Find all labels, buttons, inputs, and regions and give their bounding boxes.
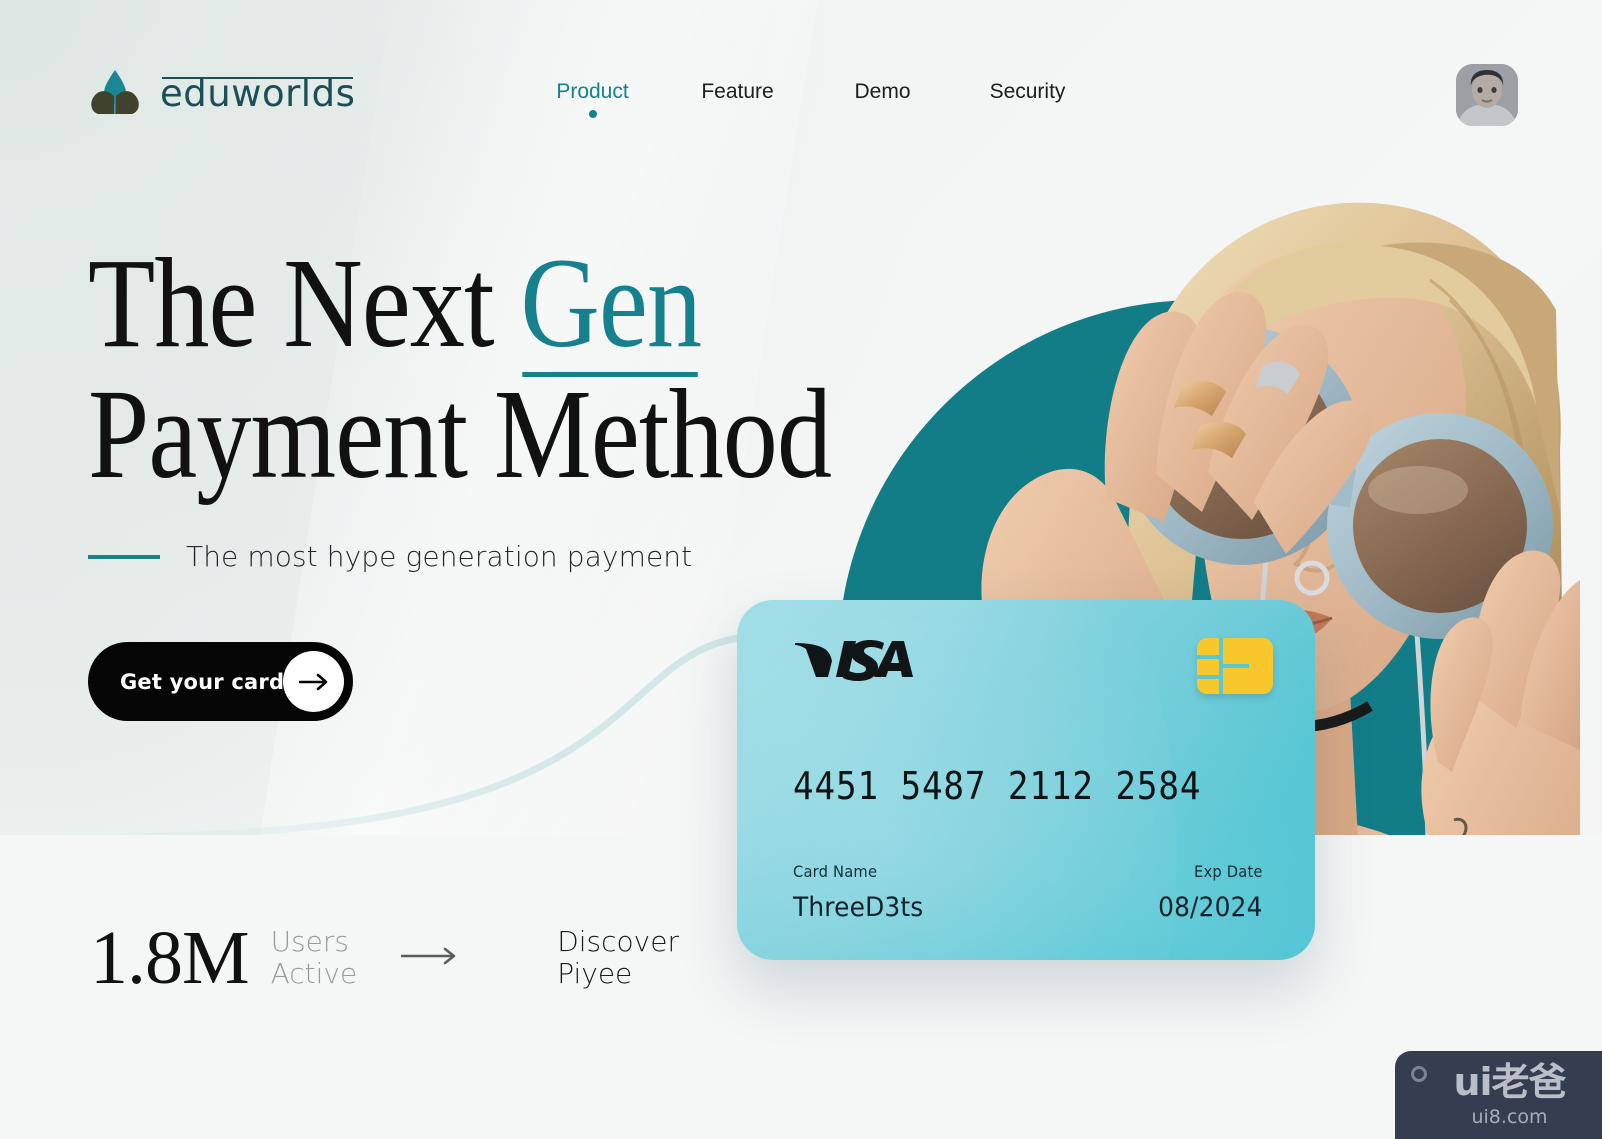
stat-label-line-2: Active	[270, 957, 358, 990]
nav-label: Security	[989, 80, 1066, 103]
watermark-badge: ui老爸 ui8.com	[1395, 1051, 1602, 1139]
active-users-count: 1.8M	[90, 916, 250, 1000]
nav-item-demo[interactable]: Demo	[810, 80, 955, 104]
exp-date-value: 08/2024	[1158, 892, 1263, 923]
visa-logo	[792, 635, 922, 686]
hero-subtitle: The most hype generation payment	[186, 540, 693, 573]
headline-line-1: The Next Gen	[88, 232, 831, 377]
brand-logo[interactable]: eduworlds	[84, 62, 355, 124]
circle-icon	[1411, 1066, 1427, 1082]
page-background: eduworlds Product Feature Demo Security	[0, 0, 1602, 1139]
exp-date-group: Exp Date 08/2024	[1149, 862, 1263, 923]
card-name-value: ThreeD3ts	[793, 892, 924, 923]
card-name-group: Card Name ThreeD3ts	[793, 862, 935, 923]
watermark-title: ui老爸	[1453, 1059, 1566, 1104]
arrow-right-icon	[283, 651, 344, 712]
arrow-right-icon	[400, 947, 457, 970]
user-avatar[interactable]	[1456, 64, 1518, 126]
headline-line-2: Payment Method	[88, 362, 832, 505]
hero-subtitle-row: The most hype generation payment	[88, 540, 692, 573]
link-line-2: Piyee	[557, 957, 633, 990]
nav-label: Feature	[701, 80, 774, 103]
headline-text-a: The Next	[88, 232, 521, 374]
main-nav: Product Feature Demo Security	[520, 80, 1100, 118]
nav-item-product[interactable]: Product	[520, 80, 665, 118]
stat-label-line-1: Users	[270, 924, 349, 958]
hero-headline: The Next Gen Payment Method	[88, 238, 952, 499]
nav-label: Demo	[854, 80, 911, 103]
site-header: eduworlds Product Feature Demo Security	[0, 0, 1602, 170]
discover-piyee-link[interactable]: Discover Piyee	[557, 924, 679, 991]
active-indicator-dot	[588, 110, 597, 118]
nav-item-feature[interactable]: Feature	[665, 80, 810, 104]
card-name-label: Card Name	[793, 862, 878, 881]
exp-date-label: Exp Date	[1194, 862, 1263, 881]
credit-card[interactable]: 4451 5487 2112 2584 Card Name ThreeD3ts …	[737, 600, 1315, 960]
watermark-url: ui8.com	[1471, 1105, 1548, 1128]
headline-highlight-gen: Gen	[520, 232, 702, 377]
subtitle-dash	[88, 554, 160, 559]
link-line-1: Discover	[557, 924, 679, 958]
card-footer: Card Name ThreeD3ts Exp Date 08/2024	[793, 862, 1263, 923]
emv-chip-icon	[1197, 638, 1273, 694]
active-users-label: Users Active	[270, 924, 358, 991]
card-number: 4451 5487 2112 2584	[793, 764, 1202, 808]
stats-row: 1.8M Users Active Discover Piyee	[90, 920, 679, 996]
nav-item-security[interactable]: Security	[955, 80, 1100, 104]
leaf-book-logo-icon	[84, 62, 146, 124]
cta-label: Get your card	[120, 669, 285, 694]
get-your-card-button[interactable]: Get your card	[88, 642, 353, 721]
nav-label: Product	[556, 80, 629, 103]
brand-name: eduworlds	[160, 71, 356, 115]
